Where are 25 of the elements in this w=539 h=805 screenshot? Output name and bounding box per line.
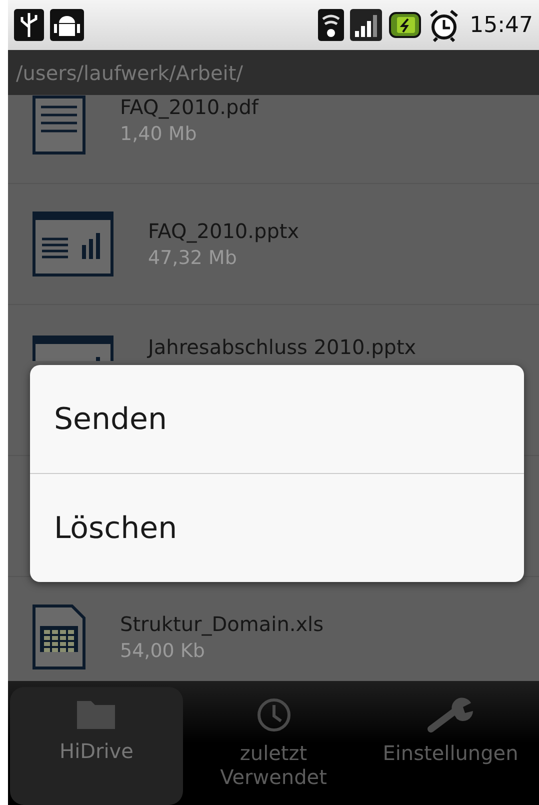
wifi-icon (318, 9, 344, 41)
file-name: Jahresabschluss 2010.pptx (148, 335, 416, 359)
clock-time: 15:47 (470, 12, 533, 38)
file-size: 47,32 Mb (148, 247, 238, 269)
menu-item[interactable]: Senden (30, 365, 524, 473)
nav-tab[interactable]: HiDrive (10, 687, 183, 805)
document-icon (32, 95, 86, 157)
alarm-clock-icon (428, 8, 460, 42)
file-size: 54,00 Kb (120, 640, 206, 662)
wrench-icon (426, 697, 474, 733)
menu-item[interactable]: Löschen (30, 473, 524, 582)
presentation-icon (32, 211, 114, 277)
android-icon (50, 9, 84, 41)
folder-path: /users/laufwerk/Arbeit/ (8, 50, 539, 95)
file-size: 1,40 Mb (120, 123, 198, 145)
file-name: FAQ_2010.pptx (148, 219, 300, 243)
spreadsheet-icon (32, 604, 86, 670)
file-name: FAQ_2010.pdf (120, 95, 258, 119)
nav-tab[interactable]: zuletzt Verwendet (187, 687, 360, 805)
nav-tab[interactable]: Einstellungen (364, 687, 537, 805)
signal-icon (350, 9, 382, 41)
file-name: Struktur_Domain.xls (120, 612, 324, 636)
clock-icon (256, 697, 292, 733)
battery-icon (388, 11, 422, 39)
usb-icon (14, 9, 44, 41)
